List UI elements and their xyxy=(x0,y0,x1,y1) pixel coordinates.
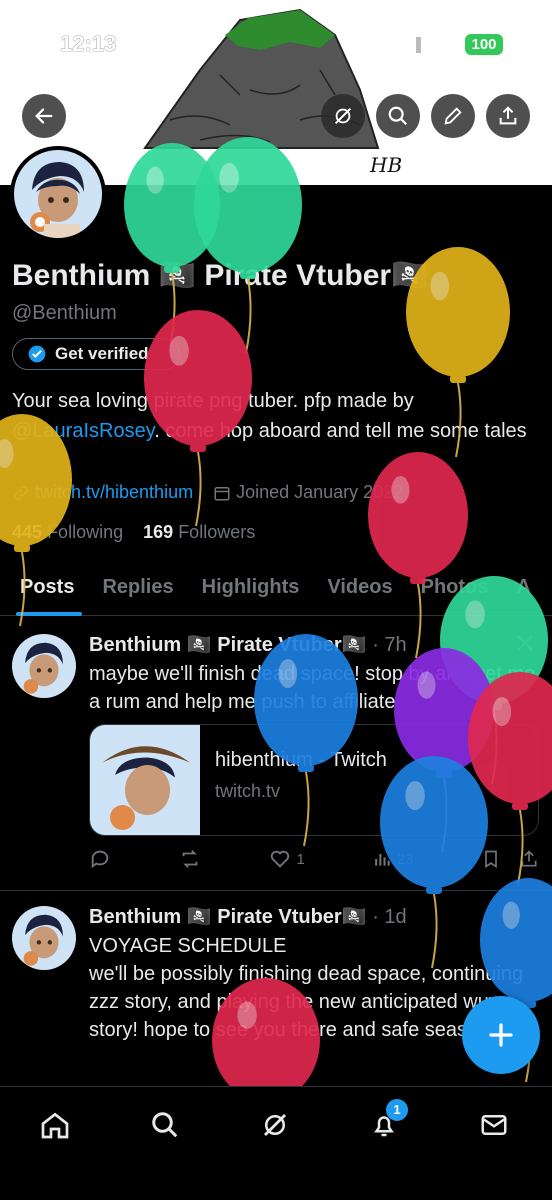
bio-text: Your sea loving pirate png tuber. pfp ma… xyxy=(12,390,414,412)
profile-meta: twitch.tv/hibenthium Joined January 2022 xyxy=(12,482,542,503)
back-button[interactable] xyxy=(22,94,66,138)
tab-highlights[interactable]: Highlights xyxy=(188,568,314,616)
post-author-name[interactable]: Benthium 🏴‍☠️ Pirate Vtuber🏴‍☠️ xyxy=(89,906,367,928)
tab-articles[interactable]: A xyxy=(502,568,544,616)
follow-stats: 445 Following 169 Followers xyxy=(12,522,255,543)
profile-website-link[interactable]: twitch.tv/hibenthium xyxy=(35,482,193,503)
views-icon xyxy=(375,854,390,866)
following-count: 445 xyxy=(12,522,43,542)
nav-messages[interactable] xyxy=(474,1105,514,1145)
followers-count: 169 xyxy=(143,522,174,542)
post-text: maybe we'll finish dead space! stop by a… xyxy=(89,663,536,713)
profile-avatar[interactable] xyxy=(10,146,106,242)
reply-button[interactable] xyxy=(89,848,111,870)
profile-bio: Your sea loving pirate png tuber. pfp ma… xyxy=(12,386,542,446)
link-preview-card[interactable]: hibenthium - Twitch twitch.tv xyxy=(89,724,539,836)
views-button[interactable]: 23 xyxy=(372,849,414,869)
get-verified-label: Get verified xyxy=(55,344,149,363)
back-arrow-icon xyxy=(35,108,53,124)
calendar-icon xyxy=(214,486,230,500)
edit-icon xyxy=(444,107,462,125)
edit-button[interactable] xyxy=(431,94,475,138)
post-time: · 7h xyxy=(372,634,407,656)
profile-handle: @Benthium xyxy=(12,302,117,324)
search-button[interactable] xyxy=(376,94,420,138)
compose-plus-icon xyxy=(489,1023,513,1047)
share-icon[interactable] xyxy=(519,848,539,870)
post-item[interactable]: Benthium 🏴‍☠️ Pirate Vtuber🏴‍☠️ · 7h may… xyxy=(0,628,552,888)
profile-display-name: Benthium 🏴‍☠️ Pirate Vtuber🏴‍☠️ xyxy=(12,259,429,292)
nav-grok[interactable] xyxy=(255,1105,295,1145)
get-verified-button[interactable]: Get verified xyxy=(12,338,180,370)
banner-signature: HB xyxy=(369,153,402,177)
like-count: 1 xyxy=(296,850,305,868)
post-time: · 1d xyxy=(372,906,407,928)
post-text-heading: VOYAGE SCHEDULE xyxy=(89,935,287,957)
post-author-avatar[interactable] xyxy=(12,634,76,698)
messages-icon xyxy=(481,1115,507,1135)
view-count: 23 xyxy=(397,850,414,868)
tab-posts[interactable]: Posts xyxy=(0,568,88,616)
grok-icon xyxy=(264,1114,286,1136)
tab-photos[interactable]: Photos xyxy=(407,568,503,616)
repost-button[interactable] xyxy=(178,848,202,870)
post-author-avatar[interactable] xyxy=(12,906,76,970)
following-label: Following xyxy=(47,522,124,542)
bio-mention-link[interactable]: @LauraIsRosey xyxy=(12,420,154,442)
thumbnail-illustration xyxy=(90,725,200,835)
silent-bell-icon xyxy=(122,35,140,53)
share-icon xyxy=(499,106,517,125)
avatar-illustration xyxy=(14,150,102,238)
cellular-signal-icon xyxy=(395,37,421,53)
followers-link[interactable]: 169 Followers xyxy=(143,522,255,542)
nav-home[interactable] xyxy=(35,1105,75,1145)
link-icon xyxy=(14,485,28,500)
like-button[interactable]: 1 xyxy=(269,848,305,870)
repost-icon xyxy=(182,850,198,868)
followers-label: Followers xyxy=(178,522,256,542)
status-time: 12:13 xyxy=(60,31,117,56)
tab-videos[interactable]: Videos xyxy=(313,568,406,616)
search-icon xyxy=(152,1112,178,1138)
link-preview-domain: twitch.tv xyxy=(215,781,281,801)
post-divider xyxy=(0,890,552,891)
like-icon xyxy=(271,850,290,868)
compose-post-button[interactable] xyxy=(462,996,540,1074)
profile-joined-date: Joined January 2022 xyxy=(236,482,404,502)
post-author-name[interactable]: Benthium 🏴‍☠️ Pirate Vtuber🏴‍☠️ xyxy=(89,634,367,656)
bio-text-continued: . come hop aboard and tell me some tales xyxy=(154,420,527,442)
home-icon xyxy=(41,1112,69,1139)
bookmark-icon[interactable] xyxy=(481,848,501,870)
link-preview-title: hibenthium - Twitch xyxy=(215,749,387,771)
battery-indicator: 100 xyxy=(465,34,503,55)
nav-search[interactable] xyxy=(145,1105,185,1145)
reply-icon xyxy=(91,850,109,869)
grok-icon xyxy=(334,107,352,125)
verified-badge-icon xyxy=(28,345,46,363)
notification-badge: 1 xyxy=(386,1099,408,1121)
grok-button[interactable] xyxy=(321,94,365,138)
link-preview-thumbnail xyxy=(90,725,200,835)
avatar-illustration xyxy=(12,906,76,970)
x-logo-icon xyxy=(516,634,534,652)
bottom-navigation: 1 xyxy=(0,1086,552,1200)
search-icon xyxy=(388,106,408,126)
nav-notifications[interactable]: 1 xyxy=(364,1099,408,1145)
following-link[interactable]: 445 Following xyxy=(12,522,123,542)
share-button[interactable] xyxy=(486,94,530,138)
post-header: Benthium 🏴‍☠️ Pirate Vtuber🏴‍☠️ · 1d xyxy=(89,904,407,929)
post-actions: 1 23 xyxy=(89,848,539,870)
tab-replies[interactable]: Replies xyxy=(88,568,187,616)
wifi-icon xyxy=(433,36,457,53)
avatar-illustration xyxy=(12,634,76,698)
status-bar: 12:13 100 xyxy=(0,0,552,90)
profile-tabs: Posts Replies Highlights Videos Photos A xyxy=(0,568,552,616)
post-header: Benthium 🏴‍☠️ Pirate Vtuber🏴‍☠️ · 7h xyxy=(89,632,407,657)
